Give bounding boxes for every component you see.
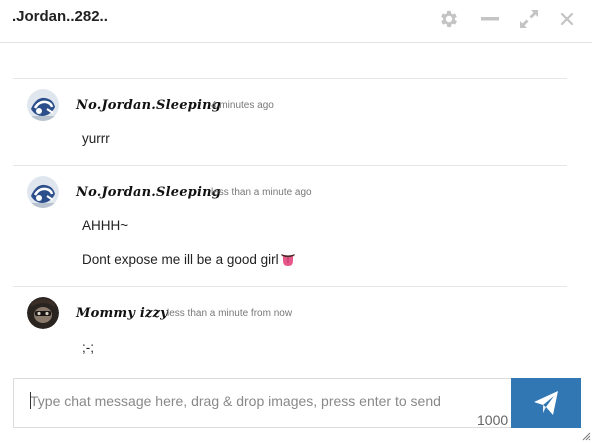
message-item: No.Jordan.Sleeping less than a minute ag… [0, 166, 592, 286]
tongue-emoji-icon [280, 253, 296, 266]
message-username[interactable]: No.Jordan.Sleeping [76, 185, 221, 200]
message-item: No.Jordan.Sleeping 4 minutes ago yurrr [0, 79, 592, 165]
close-icon[interactable] [556, 8, 578, 30]
message-list[interactable]: No.Jordan.Sleeping 4 minutes ago yurrr N… [0, 44, 592, 370]
message-username[interactable]: No.Jordan.Sleeping [76, 98, 221, 113]
message-text: AHHH~ [82, 218, 129, 233]
message-text: Dont expose me ill be a good girl [82, 252, 279, 267]
message-timestamp: less than a minute from now [167, 308, 293, 319]
message-text-line: Dont expose me ill be a good girl [82, 252, 296, 267]
send-button[interactable] [511, 378, 581, 428]
message-timestamp: 4 minutes ago [211, 100, 274, 111]
text-caret [30, 392, 31, 409]
char-counter: 1000 [477, 412, 509, 428]
avatar[interactable] [27, 176, 59, 208]
message-composer: 1000 [13, 378, 581, 428]
message-item: Mommy izzy less than a minute from now ;… [0, 287, 592, 367]
expand-icon[interactable] [518, 8, 540, 30]
chat-header: .Jordan..282.. [0, 0, 592, 43]
avatar[interactable] [27, 297, 59, 329]
chat-input-box[interactable]: 1000 [13, 378, 512, 428]
resize-grip-icon[interactable] [582, 432, 591, 441]
avatar[interactable] [27, 89, 59, 121]
message-username[interactable]: Mommy izzy [76, 306, 168, 321]
message-text: yurrr [82, 131, 110, 146]
chat-title: .Jordan..282.. [12, 8, 108, 25]
send-icon [534, 391, 558, 415]
message-text: ;-; [82, 340, 94, 355]
chat-input[interactable] [30, 392, 500, 410]
gear-icon[interactable] [438, 8, 460, 30]
minimize-icon[interactable] [479, 8, 501, 30]
message-timestamp: less than a minute ago [211, 187, 312, 198]
